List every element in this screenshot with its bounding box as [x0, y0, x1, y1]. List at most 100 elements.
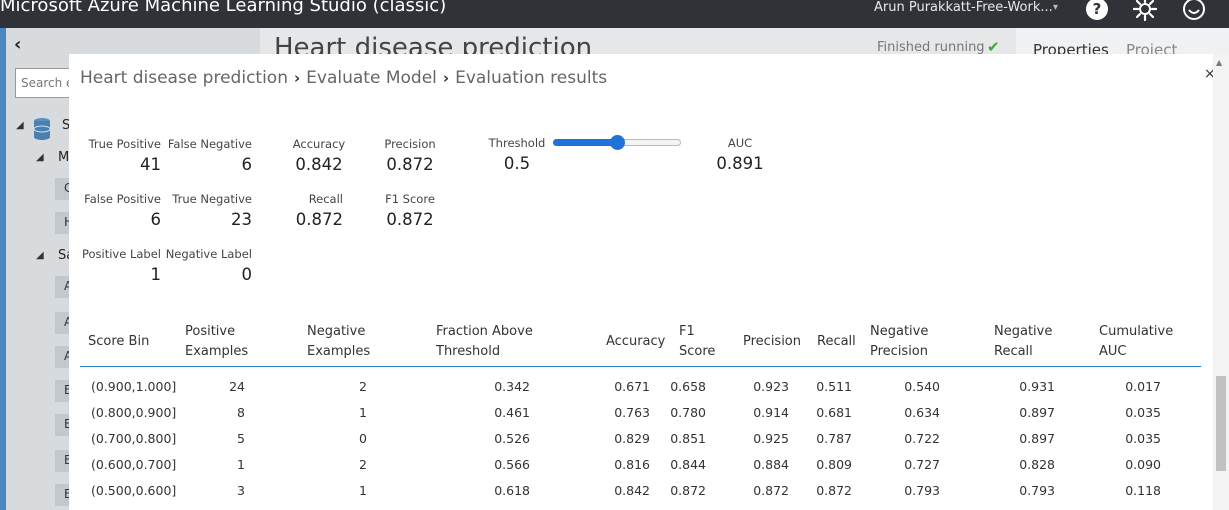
table-cell: 0.925 — [753, 431, 789, 446]
slider-fill — [553, 139, 617, 146]
table-cell: 1 — [359, 405, 367, 420]
table-cell: 0.090 — [1125, 457, 1161, 472]
table-cell: 0.897 — [1019, 405, 1055, 420]
table-row: (0.600,0.700] 1 2 0.566 0.816 0.844 0.884 0.809… — [80, 451, 1201, 477]
evaluation-results-dialog: Heart disease prediction › Evaluate Model ›… — [69, 54, 1229, 510]
metric-false-negative: False Negative 6 — [167, 137, 252, 174]
table-row: (0.800,0.900] 8 1 0.461 0.763 0.780 0.914 0.681… — [80, 399, 1201, 425]
table-cell: 0.914 — [753, 405, 789, 420]
table-cell: 24 — [229, 379, 245, 394]
table-cell: 0.793 — [1019, 483, 1055, 498]
table-cell: 0.566 — [494, 457, 530, 472]
table-cell: 0.872 — [753, 483, 789, 498]
svg-text:?: ? — [1093, 0, 1102, 18]
table-cell: 0.763 — [614, 405, 650, 420]
metric-positive-label: Positive Label 1 — [81, 247, 161, 284]
gear-icon[interactable] — [1133, 0, 1157, 21]
threshold-slider[interactable] — [553, 135, 681, 150]
tree-item-my-datasets[interactable]: M — [58, 150, 69, 165]
table-cell: 0.897 — [1019, 431, 1055, 446]
tree-expand-icon[interactable]: ◢ — [36, 250, 44, 261]
table-cell: 0.342 — [494, 379, 530, 394]
scroll-up-arrow-icon[interactable]: ▲ — [1216, 58, 1222, 67]
table-row: (0.400,0.500]120.6580.8290.8660.8490.894… — [80, 503, 1201, 510]
table-cell: 5 — [237, 431, 245, 446]
table-cell: 0.727 — [904, 457, 940, 472]
table-cell: 0.828 — [1019, 457, 1055, 472]
table-cell: 0.526 — [494, 431, 530, 446]
table-cell: 0.618 — [494, 483, 530, 498]
table-cell: 0.035 — [1125, 431, 1161, 446]
table-row: (0.900,1.000] 24 2 0.342 0.671 0.658 0.923 0.51… — [80, 373, 1201, 399]
sidebar-search-input[interactable]: Search e — [15, 68, 75, 98]
metric-recall: Recall 0.872 — [295, 192, 343, 229]
table-cell: 0.118 — [1125, 483, 1161, 498]
table-cell: 2 — [359, 379, 367, 394]
table-cell: 0.851 — [670, 431, 706, 446]
metric-negative-label: Negative Label 0 — [165, 247, 252, 284]
tree-expand-icon[interactable]: ◢ — [16, 120, 24, 131]
table-cell: 0.540 — [904, 379, 940, 394]
slider-handle[interactable] — [610, 135, 625, 150]
table-cell: 1 — [237, 457, 245, 472]
column-header-negative-recall[interactable]: Negative Recall — [994, 322, 1052, 362]
table-cell: 3 — [237, 483, 245, 498]
table-cell: 0.872 — [670, 483, 706, 498]
table-cell: (0.500,0.600] — [91, 483, 177, 498]
table-cell: 0 — [359, 431, 367, 446]
app-title: Microsoft Azure Machine Learning Studio … — [0, 0, 447, 16]
table-cell: 0.722 — [904, 431, 940, 446]
table-cell: 2 — [359, 457, 367, 472]
scrollbar-thumb[interactable] — [1216, 376, 1226, 471]
help-icon[interactable]: ? — [1085, 0, 1109, 21]
collapse-sidebar-icon[interactable]: ‹ — [14, 34, 21, 55]
breadcrumb-item-current: Evaluation results — [455, 68, 608, 88]
table-cell: 0.658 — [670, 379, 706, 394]
dataset-icon — [33, 118, 51, 140]
table-cell: 0.872 — [816, 483, 852, 498]
table-cell: 0.681 — [816, 405, 852, 420]
tree-expand-icon[interactable]: ◢ — [36, 152, 44, 163]
table-cell: 0.809 — [816, 457, 852, 472]
table-cell: 0.017 — [1125, 379, 1161, 394]
table-cell: 0.793 — [904, 483, 940, 498]
column-header-negative-precision[interactable]: Negative Precision — [870, 322, 928, 362]
table-cell: (0.600,0.700] — [91, 457, 177, 472]
table-cell: (0.800,0.900] — [91, 405, 177, 420]
table-cell: 0.671 — [614, 379, 650, 394]
column-header-f1-score[interactable]: F1 Score — [679, 322, 715, 362]
column-header-positive-examples[interactable]: Positive Examples — [185, 322, 248, 362]
table-cell: 0.787 — [816, 431, 852, 446]
table-cell: 8 — [237, 405, 245, 420]
table-cell: 0.884 — [753, 457, 789, 472]
metric-true-negative: True Negative 23 — [172, 192, 252, 229]
table-cell: 0.035 — [1125, 405, 1161, 420]
metric-threshold: Threshold 0.5 — [488, 136, 546, 173]
feedback-smile-icon[interactable] — [1182, 0, 1206, 21]
column-header-cumulative-auc[interactable]: Cumulative AUC — [1099, 322, 1173, 362]
table-cell: 0.931 — [1019, 379, 1055, 394]
table-row: (0.700,0.800] 5 0 0.526 0.829 0.851 0.925 0.787… — [80, 425, 1201, 451]
metric-precision: Precision 0.872 — [384, 137, 436, 174]
breadcrumb-chevron-icon: › — [293, 69, 301, 87]
column-header-score-bin[interactable]: Score Bin — [88, 332, 149, 352]
metric-auc: AUC 0.891 — [716, 136, 764, 173]
table-cell: (0.700,0.800] — [91, 431, 177, 446]
column-header-accuracy[interactable]: Accuracy — [606, 332, 665, 352]
column-header-recall[interactable]: Recall — [817, 332, 856, 352]
chevron-down-icon[interactable]: ▾ — [1053, 2, 1058, 13]
column-header-precision[interactable]: Precision — [743, 332, 801, 352]
column-header-negative-examples[interactable]: Negative Examples — [307, 322, 370, 362]
column-header-fraction-above-threshold[interactable]: Fraction Above Threshold — [436, 322, 533, 362]
user-name[interactable]: Arun Purakkatt-Free-Work... — [874, 0, 1053, 15]
table-cell: 0.923 — [753, 379, 789, 394]
vertical-scrollbar[interactable]: ▲ — [1213, 54, 1229, 510]
table-cell: (0.900,1.000] — [91, 379, 177, 394]
breadcrumb-item-experiment[interactable]: Heart disease prediction — [80, 68, 288, 88]
run-status: Finished running — [877, 40, 985, 55]
breadcrumb-item-module[interactable]: Evaluate Model — [306, 68, 437, 88]
table-cell: 0.780 — [670, 405, 706, 420]
breadcrumb: Heart disease prediction › Evaluate Model ›… — [80, 68, 607, 88]
table-cell: 0.844 — [670, 457, 706, 472]
table-header: Score Bin Positive Examples Negative Examp… — [80, 316, 1201, 367]
